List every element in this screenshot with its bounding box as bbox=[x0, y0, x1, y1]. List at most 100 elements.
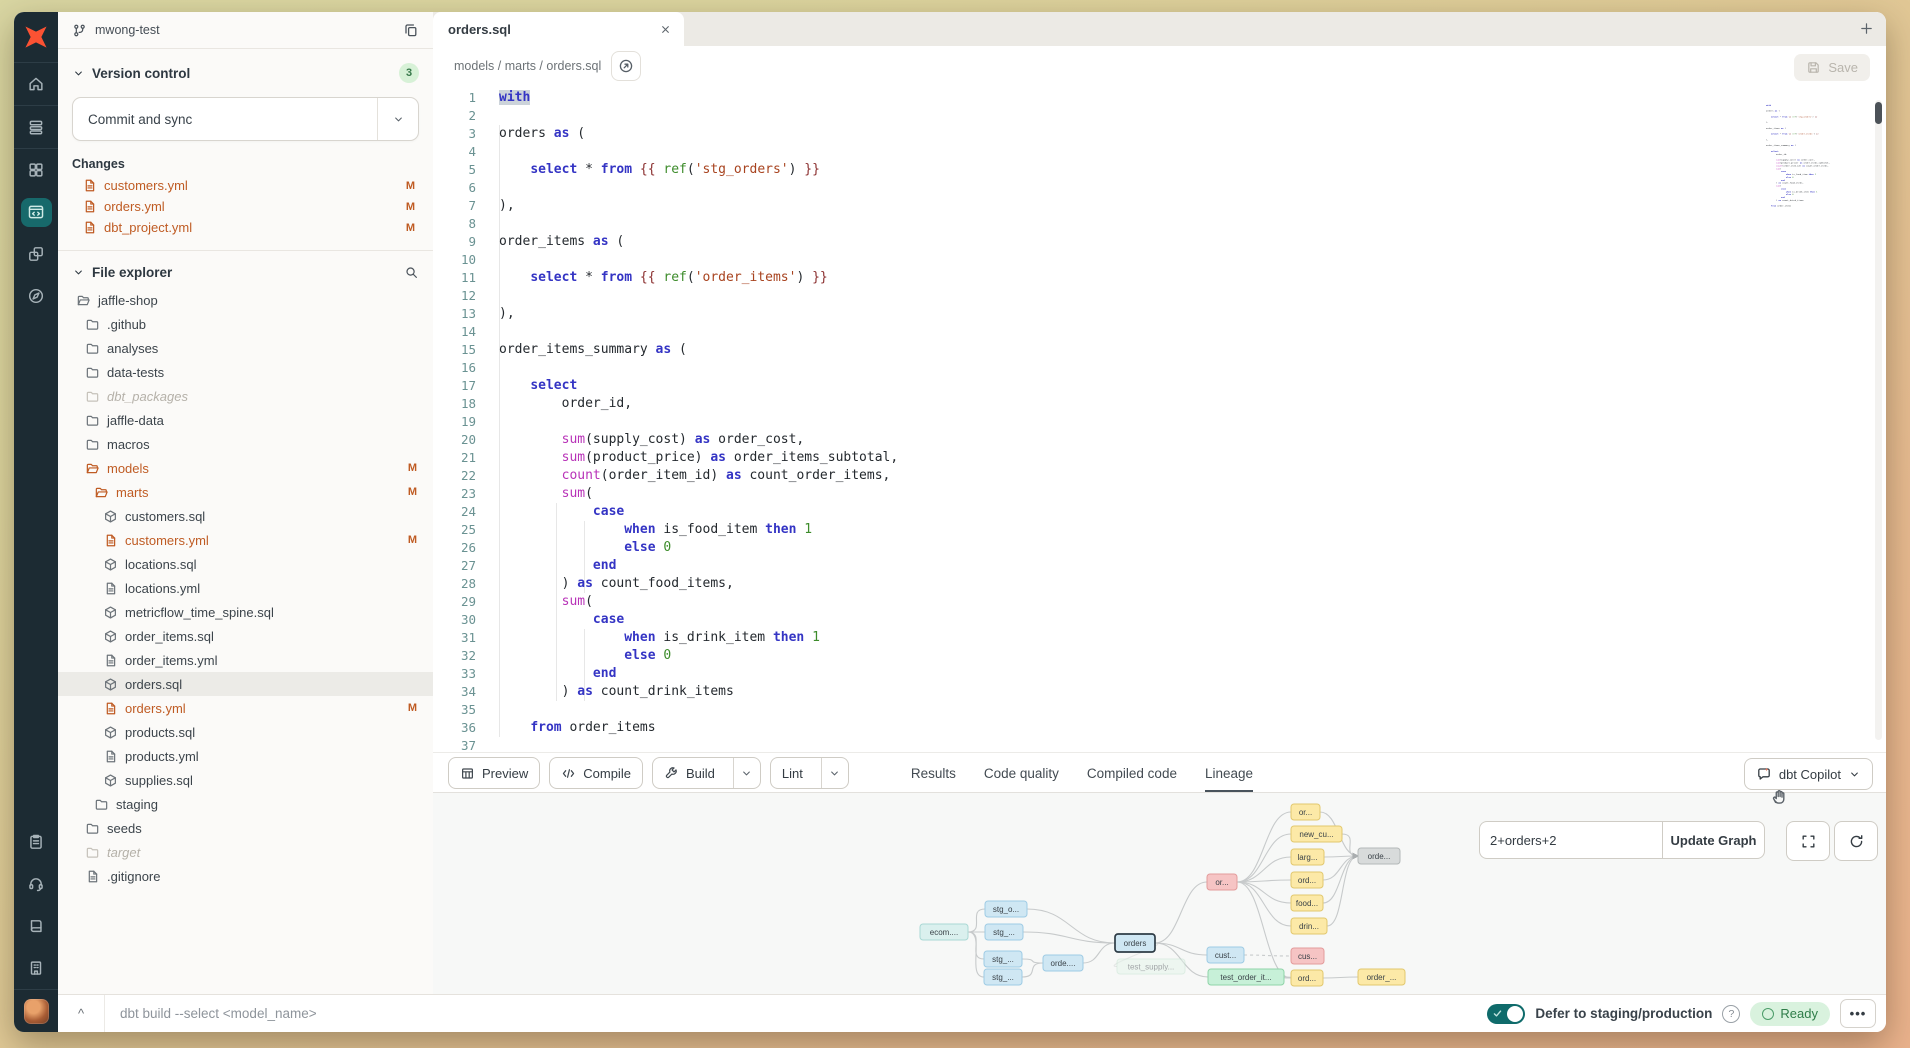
fullscreen-button[interactable] bbox=[1786, 821, 1830, 861]
version-control-header[interactable]: Version control 3 bbox=[58, 49, 433, 89]
dag-node-stg2[interactable]: stg_... bbox=[985, 924, 1023, 940]
tree-item-marts[interactable]: martsM bbox=[58, 480, 433, 504]
tree-item-order_items.sql[interactable]: order_items.sql bbox=[58, 624, 433, 648]
update-graph-button[interactable]: Update Graph bbox=[1662, 821, 1765, 859]
compass-icon[interactable] bbox=[14, 275, 58, 317]
tree-item-customers.sql[interactable]: customers.sql bbox=[58, 504, 433, 528]
lint-main[interactable]: Lint bbox=[771, 758, 814, 788]
dag-node-y5[interactable]: food... bbox=[1291, 895, 1323, 911]
dag-node-cusp[interactable]: cus... bbox=[1291, 948, 1324, 964]
apps-icon[interactable] bbox=[14, 149, 58, 191]
jobs-icon[interactable] bbox=[14, 106, 58, 148]
tree-item-dbt_packages[interactable]: dbt_packages bbox=[58, 384, 433, 408]
tree-item-locations.sql[interactable]: locations.sql bbox=[58, 552, 433, 576]
search-icon[interactable] bbox=[404, 265, 419, 280]
chevron-down-icon[interactable] bbox=[733, 758, 760, 788]
tree-item-customers.yml[interactable]: customers.ymlM bbox=[58, 528, 433, 552]
tree-item-jaffle-shop[interactable]: jaffle-shop bbox=[58, 288, 433, 312]
dag-node-gr[interactable]: orde... bbox=[1358, 848, 1400, 864]
dag-node-y2[interactable]: new_cu... bbox=[1291, 826, 1342, 842]
help-icon[interactable]: ? bbox=[1722, 1005, 1740, 1023]
tree-item-.gitignore[interactable]: .gitignore bbox=[58, 864, 433, 888]
dag-node-ord0[interactable]: orde.... bbox=[1043, 955, 1083, 971]
tab-compiled-code[interactable]: Compiled code bbox=[1087, 753, 1177, 793]
dag-node-ghost[interactable]: test_supply... bbox=[1117, 959, 1185, 974]
dag-node-toi[interactable]: test_order_it... bbox=[1208, 969, 1284, 985]
tree-item-.github[interactable]: .github bbox=[58, 312, 433, 336]
minimap[interactable]: withorders as ( select * from {{ ref('st… bbox=[1766, 104, 1833, 344]
avatar-icon[interactable] bbox=[14, 990, 58, 1032]
command-bar-collapse-button[interactable]: ^ bbox=[58, 995, 105, 1032]
lineage-selector-input[interactable] bbox=[1479, 821, 1662, 859]
tree-item-order_items.yml[interactable]: order_items.yml bbox=[58, 648, 433, 672]
changed-file-orders.yml[interactable]: orders.yml M bbox=[58, 196, 433, 217]
code-editor[interactable]: 1 with2 3 orders as (4 5 select * from {… bbox=[433, 86, 1886, 752]
dag-node-ordy[interactable]: ord... bbox=[1291, 970, 1323, 986]
copy-icon[interactable] bbox=[403, 22, 419, 38]
changed-file-dbt_project.yml[interactable]: dbt_project.yml M bbox=[58, 217, 433, 238]
editor-scrollbar[interactable] bbox=[1875, 100, 1882, 740]
tree-item-data-tests[interactable]: data-tests bbox=[58, 360, 433, 384]
scrollbar-thumb[interactable] bbox=[1875, 102, 1882, 124]
tree-item-jaffle-data[interactable]: jaffle-data bbox=[58, 408, 433, 432]
dag-node-y1[interactable]: or... bbox=[1291, 804, 1320, 820]
tab-results[interactable]: Results bbox=[911, 753, 956, 793]
save-button[interactable]: Save bbox=[1794, 54, 1870, 81]
dag-node-stg4[interactable]: stg_... bbox=[984, 969, 1022, 985]
support-icon[interactable] bbox=[14, 863, 58, 905]
dbt-logo-icon[interactable] bbox=[14, 12, 58, 62]
dag-node-ordr[interactable]: order_... bbox=[1358, 969, 1405, 985]
dag-node-stg1[interactable]: stg_o... bbox=[985, 901, 1027, 917]
compile-button[interactable]: Compile bbox=[549, 757, 643, 789]
commit-and-sync-button[interactable]: Commit and sync bbox=[72, 97, 419, 141]
command-input[interactable] bbox=[105, 1005, 1487, 1022]
defer-toggle[interactable] bbox=[1487, 1004, 1525, 1024]
clipboard-icon[interactable] bbox=[14, 821, 58, 863]
tree-item-target[interactable]: target bbox=[58, 840, 433, 864]
dag-node-y4[interactable]: ord... bbox=[1291, 872, 1323, 888]
open-in-lineage-icon[interactable] bbox=[611, 51, 641, 81]
tree-item-models[interactable]: modelsM bbox=[58, 456, 433, 480]
branch-icon bbox=[72, 23, 87, 38]
file-explorer-header[interactable]: File explorer bbox=[58, 251, 433, 286]
build-button[interactable]: Build bbox=[652, 757, 761, 789]
tree-item-seeds[interactable]: seeds bbox=[58, 816, 433, 840]
chevron-down-icon[interactable] bbox=[821, 758, 848, 788]
tree-item-metricflow_time_spine.sql[interactable]: metricflow_time_spine.sql bbox=[58, 600, 433, 624]
tree-item-analyses[interactable]: analyses bbox=[58, 336, 433, 360]
dag-node-y3[interactable]: larg... bbox=[1291, 849, 1324, 865]
build-main[interactable]: Build bbox=[653, 758, 726, 788]
tree-item-orders.yml[interactable]: orders.ymlM bbox=[58, 696, 433, 720]
develop-icon[interactable] bbox=[14, 191, 58, 233]
changed-file-customers.yml[interactable]: customers.yml M bbox=[58, 175, 433, 196]
docs-icon[interactable] bbox=[14, 905, 58, 947]
tree-item-locations.yml[interactable]: locations.yml bbox=[58, 576, 433, 600]
tree-item-products.yml[interactable]: products.yml bbox=[58, 744, 433, 768]
tab-code-quality[interactable]: Code quality bbox=[984, 753, 1059, 793]
tree-item-orders.sql[interactable]: orders.sql bbox=[58, 672, 433, 696]
tree-item-supplies.sql[interactable]: supplies.sql bbox=[58, 768, 433, 792]
home-icon[interactable] bbox=[14, 63, 58, 105]
dag-node-orders[interactable]: orders bbox=[1115, 934, 1155, 952]
preview-button[interactable]: Preview bbox=[448, 757, 540, 789]
commit-options-chevron[interactable] bbox=[377, 98, 418, 140]
dag-node-orp[interactable]: or... bbox=[1207, 874, 1237, 890]
new-tab-plus-icon[interactable] bbox=[1859, 21, 1874, 36]
tree-item-products.sql[interactable]: products.sql bbox=[58, 720, 433, 744]
dag-node-cust[interactable]: cust... bbox=[1207, 947, 1244, 963]
avatar[interactable] bbox=[24, 999, 49, 1024]
organization-icon[interactable] bbox=[14, 947, 58, 989]
tab-orders-sql[interactable]: orders.sql bbox=[433, 12, 684, 47]
tab-lineage[interactable]: Lineage bbox=[1205, 753, 1253, 793]
tree-item-macros[interactable]: macros bbox=[58, 432, 433, 456]
dag-node-ecom[interactable]: ecom.... bbox=[920, 924, 968, 940]
close-icon[interactable] bbox=[659, 23, 672, 36]
dbt-copilot-button[interactable]: dbt Copilot bbox=[1744, 758, 1873, 790]
dag-node-stg3[interactable]: stg_... bbox=[984, 951, 1022, 967]
refresh-graph-button[interactable] bbox=[1834, 821, 1878, 861]
tree-item-staging[interactable]: staging bbox=[58, 792, 433, 816]
more-options-button[interactable]: ••• bbox=[1840, 999, 1876, 1028]
projects-icon[interactable] bbox=[14, 233, 58, 275]
lint-button[interactable]: Lint bbox=[770, 757, 849, 789]
dag-node-y6[interactable]: drin... bbox=[1291, 918, 1327, 934]
